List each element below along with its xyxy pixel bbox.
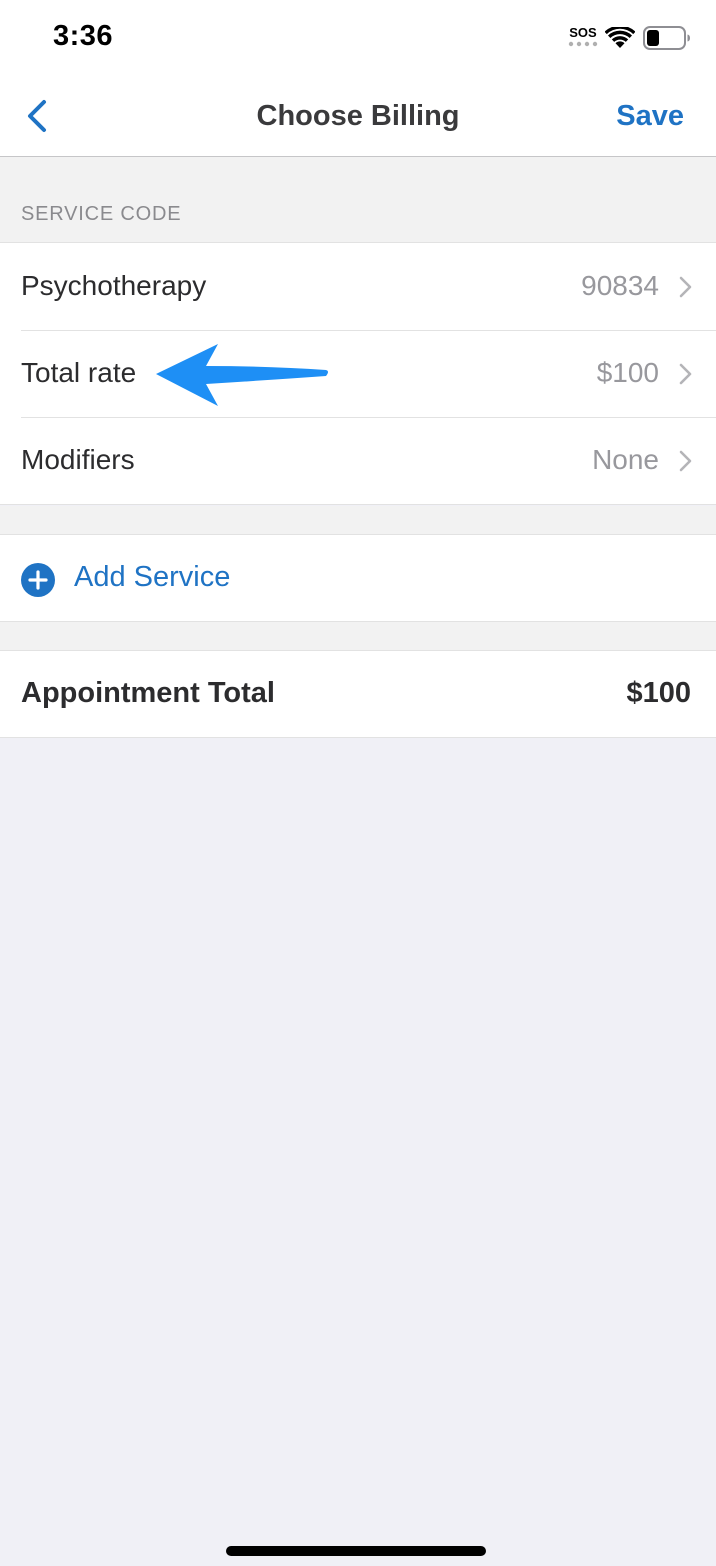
sos-label: SOS: [569, 25, 597, 40]
chevron-right-icon: [679, 276, 692, 298]
appointment-total-label: Appointment Total: [21, 677, 275, 709]
arrow-left-icon: [156, 344, 328, 406]
save-button[interactable]: Save: [616, 100, 684, 133]
row-value: 90834: [581, 270, 659, 301]
status-bar: 3:36 SOS: [0, 0, 716, 76]
appointment-total-row: Appointment Total $100: [0, 651, 716, 737]
section-header-area: SERVICE CODE: [0, 157, 716, 242]
chevron-right-icon: [679, 363, 692, 385]
plus-circle-icon: [21, 563, 55, 597]
sos-indicator: SOS: [568, 26, 598, 47]
status-time: 3:36: [53, 20, 114, 52]
signal-dots-icon: [568, 41, 598, 47]
service-row-modifiers[interactable]: Modifiers None: [0, 417, 716, 504]
appointment-total-group: Appointment Total $100: [0, 650, 716, 738]
service-row-total-rate[interactable]: Total rate $100: [0, 330, 716, 417]
row-value: None: [592, 444, 659, 475]
section-header-service-code: SERVICE CODE: [21, 203, 182, 225]
navigation-bar: Choose Billing Save: [0, 76, 716, 157]
section-gap: [0, 506, 716, 534]
add-service-label: Add Service: [74, 561, 231, 593]
row-label: Total rate: [21, 357, 137, 388]
appointment-total-value: $100: [626, 677, 691, 709]
home-indicator[interactable]: [226, 1546, 486, 1556]
page-title: Choose Billing: [256, 100, 460, 132]
row-value: $100: [596, 357, 659, 388]
service-row-psychotherapy[interactable]: Psychotherapy 90834: [0, 243, 716, 330]
section-gap: [0, 622, 716, 650]
row-label: Psychotherapy: [21, 270, 207, 301]
chevron-right-icon: [679, 450, 692, 472]
add-service-button[interactable]: Add Service: [0, 535, 716, 621]
battery-icon: [643, 26, 690, 50]
wifi-icon: [605, 27, 635, 48]
row-label: Modifiers: [21, 444, 135, 475]
add-service-group: Add Service: [0, 534, 716, 622]
service-code-group: Psychotherapy 90834 Total rate $100 Modi…: [0, 242, 716, 505]
